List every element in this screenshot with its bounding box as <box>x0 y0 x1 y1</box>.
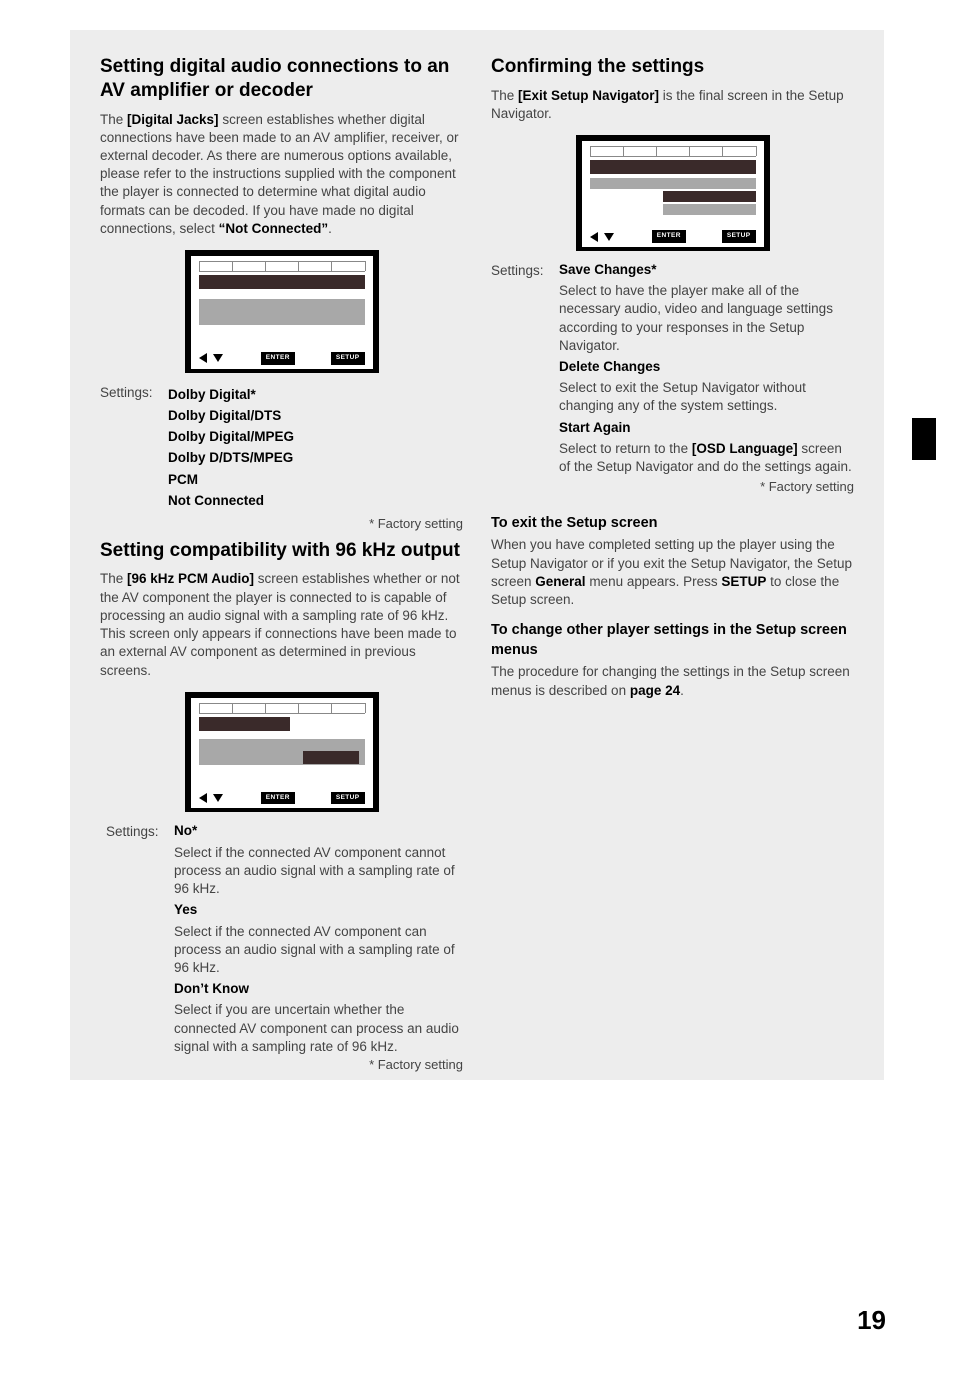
settings-label: Settings: <box>106 822 166 1079</box>
label-96khz-pcm: [96 kHz PCM Audio] <box>127 571 254 586</box>
text: . <box>680 683 684 698</box>
subheading-exit-setup: To exit the Setup screen <box>491 514 854 534</box>
option-not-connected: Not Connected <box>168 492 463 510</box>
settings-options-3: Save Changes* Select to have the player … <box>559 261 854 502</box>
para-digital-jacks: The [Digital Jacks] screen establishes w… <box>100 111 463 239</box>
screen-illustration-1: ENTER SETUP <box>100 250 463 373</box>
down-arrow-icon <box>213 794 223 802</box>
osd-highlight <box>663 191 756 202</box>
label-general: General <box>535 574 585 589</box>
text: screen establishes whether or not the AV… <box>100 571 460 677</box>
osd-title-bar <box>199 717 290 731</box>
heading-96khz: Setting compatibility with 96 kHz output <box>100 539 463 563</box>
osd-title-bar <box>199 275 365 289</box>
settings-block-2: Settings: No* Select if the connected AV… <box>106 822 463 1079</box>
heading-digital-audio: Setting digital audio connections to an … <box>100 55 463 103</box>
left-arrow-icon <box>590 232 598 242</box>
osd-screen: ENTER SETUP <box>185 250 379 373</box>
settings-block-3: Settings: Save Changes* Select to have t… <box>491 261 854 502</box>
down-arrow-icon <box>213 354 223 362</box>
enter-button-label: ENTER <box>261 352 295 365</box>
settings-options-2: No* Select if the connected AV component… <box>174 822 463 1079</box>
option-save-changes: Save Changes* <box>559 261 854 279</box>
option-pcm: PCM <box>168 471 463 489</box>
option-dont-know-desc: Select if you are uncertain whether the … <box>174 1001 463 1056</box>
option-delete-changes: Delete Changes <box>559 358 854 376</box>
left-column: Setting digital audio connections to an … <box>100 55 463 1080</box>
option-dolby-d-dts-mpeg: Dolby D/DTS/MPEG <box>168 449 463 467</box>
para-exit-setup-nav: The [Exit Setup Navigator] is the final … <box>491 87 854 123</box>
setup-button-label: SETUP <box>331 792 365 805</box>
osd-tabs <box>199 261 365 272</box>
text: The <box>100 112 127 127</box>
text: screen establishes whether digital conne… <box>100 112 458 236</box>
option-dolby-digital: Dolby Digital* <box>168 386 463 404</box>
label-not-connected-quote: “Not Connected” <box>219 221 329 236</box>
label-digital-jacks: [Digital Jacks] <box>127 112 219 127</box>
osd-screen: ENTER SETUP <box>185 692 379 813</box>
option-delete-changes-desc: Select to exit the Setup Navigator witho… <box>559 379 854 415</box>
osd-button-row: ENTER SETUP <box>199 787 365 805</box>
label-page-24: page 24 <box>630 683 680 698</box>
option-start-again-desc: Select to return to the [OSD Language] s… <box>559 440 854 476</box>
option-yes-desc: Select if the connected AV component can… <box>174 923 463 978</box>
text: The <box>491 88 518 103</box>
text: Select to return to the <box>559 441 692 456</box>
option-yes: Yes <box>174 901 463 919</box>
settings-label: Settings: <box>491 261 551 502</box>
text: The <box>100 571 127 586</box>
osd-screen: ENTER SETUP <box>576 135 770 251</box>
osd-button-row: ENTER SETUP <box>590 225 756 243</box>
label-osd-language: [OSD Language] <box>692 441 798 456</box>
side-tab-marker <box>912 418 936 460</box>
option-dont-know: Don’t Know <box>174 980 463 998</box>
heading-confirming: Confirming the settings <box>491 55 854 79</box>
subheading-change-other: To change other player settings in the S… <box>491 621 854 660</box>
option-start-again: Start Again <box>559 419 854 437</box>
option-no-desc: Select if the connected AV component can… <box>174 844 463 899</box>
left-arrow-icon <box>199 353 207 363</box>
down-arrow-icon <box>604 233 614 241</box>
osd-tabs <box>590 146 756 157</box>
option-dolby-digital-dts: Dolby Digital/DTS <box>168 407 463 425</box>
setup-button-label: SETUP <box>722 230 756 243</box>
option-dolby-digital-mpeg: Dolby Digital/MPEG <box>168 428 463 446</box>
factory-setting-note: * Factory setting <box>100 515 463 533</box>
option-save-changes-desc: Select to have the player make all of th… <box>559 282 854 355</box>
factory-setting-note: * Factory setting <box>559 478 854 496</box>
label-setup-button: SETUP <box>721 574 766 589</box>
right-column: Confirming the settings The [Exit Setup … <box>491 55 854 1080</box>
para-96khz: The [96 kHz PCM Audio] screen establishe… <box>100 570 463 679</box>
page-container: Setting digital audio connections to an … <box>70 30 884 1080</box>
enter-button-label: ENTER <box>652 230 686 243</box>
enter-button-label: ENTER <box>261 792 295 805</box>
page-number: 19 <box>857 1303 886 1338</box>
settings-options-1: Dolby Digital* Dolby Digital/DTS Dolby D… <box>168 383 463 513</box>
osd-row <box>590 178 756 189</box>
text: menu appears. Press <box>586 574 722 589</box>
text: . <box>328 221 332 236</box>
screen-illustration-2: ENTER SETUP <box>100 692 463 813</box>
left-arrow-icon <box>199 793 207 803</box>
screen-illustration-3: ENTER SETUP <box>491 135 854 251</box>
osd-dropdown <box>303 751 359 764</box>
factory-setting-note: * Factory setting <box>174 1056 463 1074</box>
setup-button-label: SETUP <box>331 352 365 365</box>
osd-row <box>663 204 756 215</box>
osd-tabs <box>199 703 365 714</box>
label-exit-setup-navigator: [Exit Setup Navigator] <box>518 88 659 103</box>
settings-block-1: Settings: Dolby Digital* Dolby Digital/D… <box>100 383 463 513</box>
settings-label: Settings: <box>100 383 160 513</box>
osd-title-bar <box>590 160 756 174</box>
osd-content-bar <box>199 299 365 325</box>
para-change-other: The procedure for changing the settings … <box>491 663 854 699</box>
para-exit-setup: When you have completed setting up the p… <box>491 536 854 609</box>
osd-button-row: ENTER SETUP <box>199 347 365 365</box>
option-no: No* <box>174 822 463 840</box>
